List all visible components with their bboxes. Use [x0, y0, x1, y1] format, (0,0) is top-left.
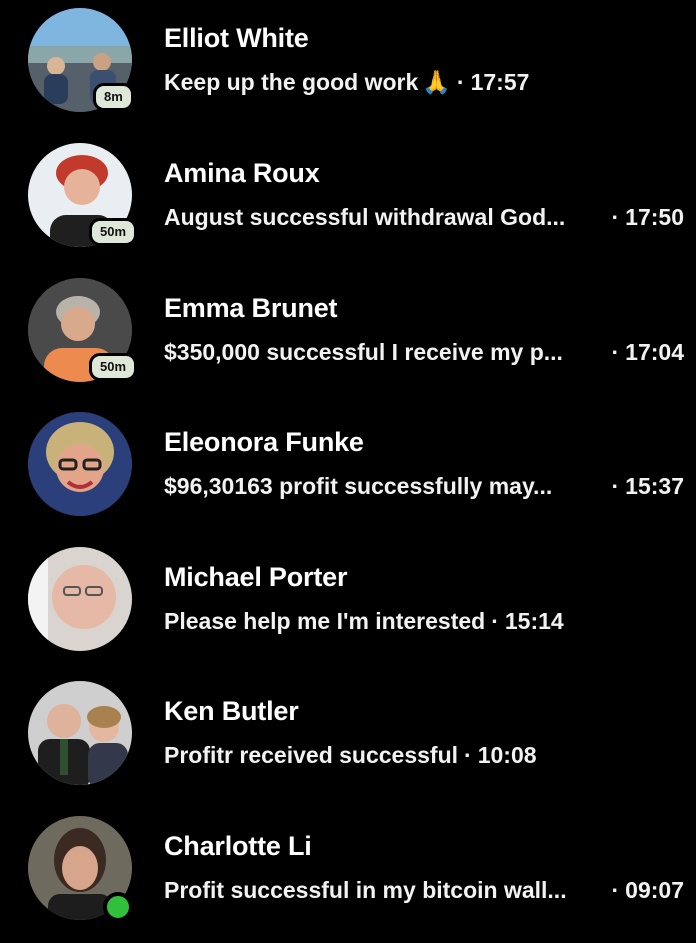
message-time: 15:37 — [625, 473, 684, 499]
message-text: $96,30163 profit successfully may... — [164, 473, 553, 499]
separator: · — [491, 608, 499, 634]
separator: · — [611, 877, 620, 903]
contact-name: Ken Butler — [164, 696, 299, 726]
message-preview: Profit successful in my bitcoin wall... … — [164, 877, 684, 904]
chat-row-elliot-white[interactable]: 8m Elliot White Keep up the good work 🙏 … — [0, 0, 696, 130]
contact-name: Emma Brunet — [164, 293, 338, 323]
message-preview: Profitr received successful · 10:08 — [164, 742, 684, 769]
contact-name: Elliot White — [164, 23, 309, 53]
avatar-photo-ken-butler — [28, 681, 132, 785]
message-preview: August successful withdrawal God... · 17… — [164, 204, 684, 231]
separator: · — [611, 339, 620, 365]
message-time: 17:04 — [625, 339, 684, 365]
activity-badge: 50m — [89, 218, 138, 246]
contact-name: Charlotte Li — [164, 831, 312, 861]
activity-badge: 8m — [93, 83, 134, 111]
avatar[interactable] — [28, 412, 132, 516]
message-time: 17:50 — [625, 204, 684, 230]
message-text: Profit successful in my bitcoin wall... — [164, 877, 567, 903]
folded-hands-emoji-icon: 🙏 — [422, 69, 451, 95]
message-preview: Please help me I'm interested · 15:14 — [164, 608, 684, 635]
chat-row-eleonora-funke[interactable]: Eleonora Funke $96,30163 profit successf… — [0, 404, 696, 534]
chat-row-emma-brunet[interactable]: 50m Emma Brunet $350,000 successful I re… — [0, 270, 696, 400]
chat-row-ken-butler[interactable]: Ken Butler Profitr received successful ·… — [0, 673, 696, 803]
online-status-icon — [103, 892, 133, 922]
message-preview: $350,000 successful I receive my p... · … — [164, 339, 684, 366]
contact-name: Michael Porter — [164, 562, 348, 592]
message-preview: $96,30163 profit successfully may... · 1… — [164, 473, 684, 500]
separator: · — [464, 742, 472, 768]
avatar[interactable] — [28, 681, 132, 785]
chat-row-charlotte-li[interactable]: Charlotte Li Profit successful in my bit… — [0, 808, 696, 938]
separator: · — [611, 473, 620, 499]
separator: · — [611, 204, 620, 230]
chat-row-michael-porter[interactable]: Michael Porter Please help me I'm intere… — [0, 539, 696, 669]
contact-name: Amina Roux — [164, 158, 320, 188]
message-preview: Keep up the good work 🙏 · 17:57 — [164, 69, 684, 96]
avatar-photo-michael-porter — [28, 547, 132, 651]
activity-badge: 50m — [89, 353, 138, 381]
message-text: Please help me I'm interested — [164, 608, 486, 634]
message-time: 10:08 — [477, 742, 537, 768]
message-text: Keep up the good work — [164, 69, 419, 95]
contact-name: Eleonora Funke — [164, 427, 364, 457]
avatar-photo-eleonora-funke — [28, 412, 132, 516]
avatar[interactable] — [28, 547, 132, 651]
message-text: $350,000 successful I receive my p... — [164, 339, 563, 365]
message-time: 17:57 — [470, 69, 530, 95]
chat-list: 8m Elliot White Keep up the good work 🙏 … — [0, 0, 696, 943]
message-text: August successful withdrawal God... — [164, 204, 566, 230]
message-text: Profitr received successful — [164, 742, 459, 768]
chat-row-amina-roux[interactable]: 50m Amina Roux August successful withdra… — [0, 135, 696, 265]
separator: · — [456, 69, 465, 95]
message-time: 09:07 — [625, 877, 684, 903]
message-time: 15:14 — [504, 608, 564, 634]
